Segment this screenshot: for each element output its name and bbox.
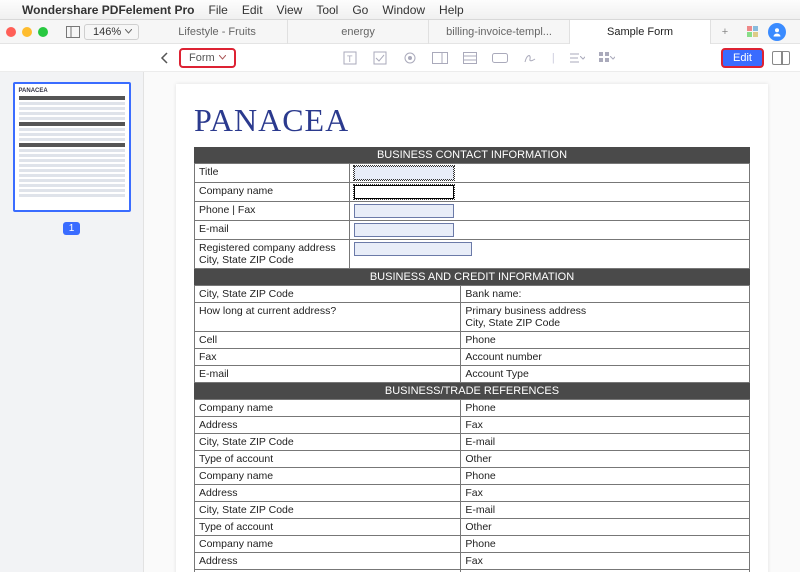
align-tool-icon[interactable] [569, 50, 585, 66]
form-field-address[interactable] [354, 242, 472, 256]
tab-add-button[interactable]: + [711, 20, 739, 44]
row-label: Cell [195, 332, 461, 349]
window-controls [6, 27, 48, 37]
app-name[interactable]: Wondershare PDFelement Pro [22, 3, 195, 17]
row-label: Bank name: [461, 286, 750, 303]
menu-tool[interactable]: Tool [316, 3, 338, 17]
row-label: Company name [195, 400, 461, 417]
row-label: E-mail [195, 366, 461, 383]
row-label: Fax [461, 417, 750, 434]
page-thumbnail[interactable]: PANACEA [13, 82, 131, 212]
form-dropdown-label: Form [189, 52, 215, 64]
listbox-tool-icon[interactable] [462, 50, 478, 66]
tab-2[interactable]: billing-invoice-templ... [429, 20, 570, 44]
radio-tool-icon[interactable] [402, 50, 418, 66]
tab-1[interactable]: energy [288, 20, 429, 44]
form-dropdown[interactable]: Form [179, 48, 236, 68]
row-label: Registered company address City, State Z… [195, 240, 350, 269]
row-label: E-mail [461, 434, 750, 451]
chevron-down-icon [219, 55, 226, 60]
row-label: Title [195, 164, 350, 183]
form-field-phone[interactable] [354, 204, 454, 218]
textfield-tool-icon[interactable]: T [342, 50, 358, 66]
thumbnails-sidebar: PANACEA 1 [0, 72, 144, 572]
menu-view[interactable]: View [277, 3, 303, 17]
section-header-1: BUSINESS CONTACT INFORMATION [194, 147, 750, 163]
tab-3[interactable]: Sample Form [570, 20, 711, 44]
workspace: PANACEA 1 PANACEA BUSINESS CONTACT INFOR… [0, 72, 800, 572]
row-label: City, State ZIP Code [195, 286, 461, 303]
checkbox-tool-icon[interactable] [372, 50, 388, 66]
edit-button[interactable]: Edit [721, 48, 764, 68]
row-label: Fax [195, 349, 461, 366]
zoom-window-icon[interactable] [38, 27, 48, 37]
page-number-badge[interactable]: 1 [63, 222, 81, 235]
close-window-icon[interactable] [6, 27, 16, 37]
panel-toggle-icon[interactable] [772, 51, 790, 65]
row-label: Address [195, 417, 461, 434]
row-label: Address [195, 485, 461, 502]
row-label: E-mail [195, 221, 350, 240]
section-header-3: BUSINESS/TRADE REFERENCES [194, 383, 750, 399]
row-label: Address [195, 553, 461, 570]
button-tool-icon[interactable] [492, 50, 508, 66]
row-label: Other [461, 451, 750, 468]
more-tools-icon[interactable] [599, 50, 615, 66]
section-header-2: BUSINESS AND CREDIT INFORMATION [194, 269, 750, 285]
row-label: Type of account [195, 519, 461, 536]
row-label: Account number [461, 349, 750, 366]
menu-file[interactable]: File [209, 3, 228, 17]
form-field-email[interactable] [354, 223, 454, 237]
row-label: Phone [461, 332, 750, 349]
chevron-down-icon [125, 29, 132, 34]
form-tools: T | [236, 50, 721, 66]
row-label: Company name [195, 468, 461, 485]
row-label: E-mail [461, 502, 750, 519]
combobox-tool-icon[interactable] [432, 50, 448, 66]
row-label: Other [461, 519, 750, 536]
zoom-dropdown[interactable]: 146% [84, 24, 139, 40]
window-toolbar: 146% Lifestyle - Fruits energy billing-i… [0, 20, 800, 44]
row-label: Fax [461, 485, 750, 502]
svg-text:T: T [347, 54, 353, 64]
row-label: Company name [195, 536, 461, 553]
section-3-table: Company namePhoneAddressFaxCity, State Z… [194, 399, 750, 572]
row-label: Phone | Fax [195, 202, 350, 221]
menu-edit[interactable]: Edit [242, 3, 263, 17]
user-avatar[interactable] [768, 23, 786, 41]
sidebar-toggle-icon[interactable] [63, 23, 83, 41]
section-1-table: Title Company name Phone | Fax E-mail Re… [194, 163, 750, 269]
row-label: Fax [461, 553, 750, 570]
form-field-title[interactable] [354, 166, 454, 180]
row-label: Company name [195, 183, 350, 202]
row-label: How long at current address? [195, 303, 461, 332]
tab-bar: Lifestyle - Fruits energy billing-invoic… [147, 20, 739, 44]
minimize-window-icon[interactable] [22, 27, 32, 37]
apps-icon[interactable] [747, 26, 758, 37]
menu-help[interactable]: Help [439, 3, 464, 17]
row-label: City, State ZIP Code [195, 502, 461, 519]
signature-tool-icon[interactable] [522, 50, 538, 66]
mac-menubar: Wondershare PDFelement Pro File Edit Vie… [0, 0, 800, 20]
menu-go[interactable]: Go [352, 3, 368, 17]
menu-window[interactable]: Window [382, 3, 425, 17]
tab-0[interactable]: Lifestyle - Fruits [147, 20, 288, 44]
document-canvas[interactable]: PANACEA BUSINESS CONTACT INFORMATION Tit… [144, 72, 800, 572]
row-label: Phone [461, 468, 750, 485]
row-label: Phone [461, 536, 750, 553]
row-label: City, State ZIP Code [195, 434, 461, 451]
zoom-value: 146% [93, 26, 121, 38]
document-page: PANACEA BUSINESS CONTACT INFORMATION Tit… [176, 84, 768, 572]
section-2-table: City, State ZIP CodeBank name: How long … [194, 285, 750, 383]
row-label: Account Type [461, 366, 750, 383]
row-label: Phone [461, 400, 750, 417]
row-label: Type of account [195, 451, 461, 468]
form-field-company[interactable] [354, 185, 454, 199]
row-label: Primary business address City, State ZIP… [461, 303, 750, 332]
doc-title: PANACEA [194, 102, 750, 139]
secondary-toolbar: Form T | Edit [0, 44, 800, 72]
back-button[interactable] [155, 49, 173, 67]
